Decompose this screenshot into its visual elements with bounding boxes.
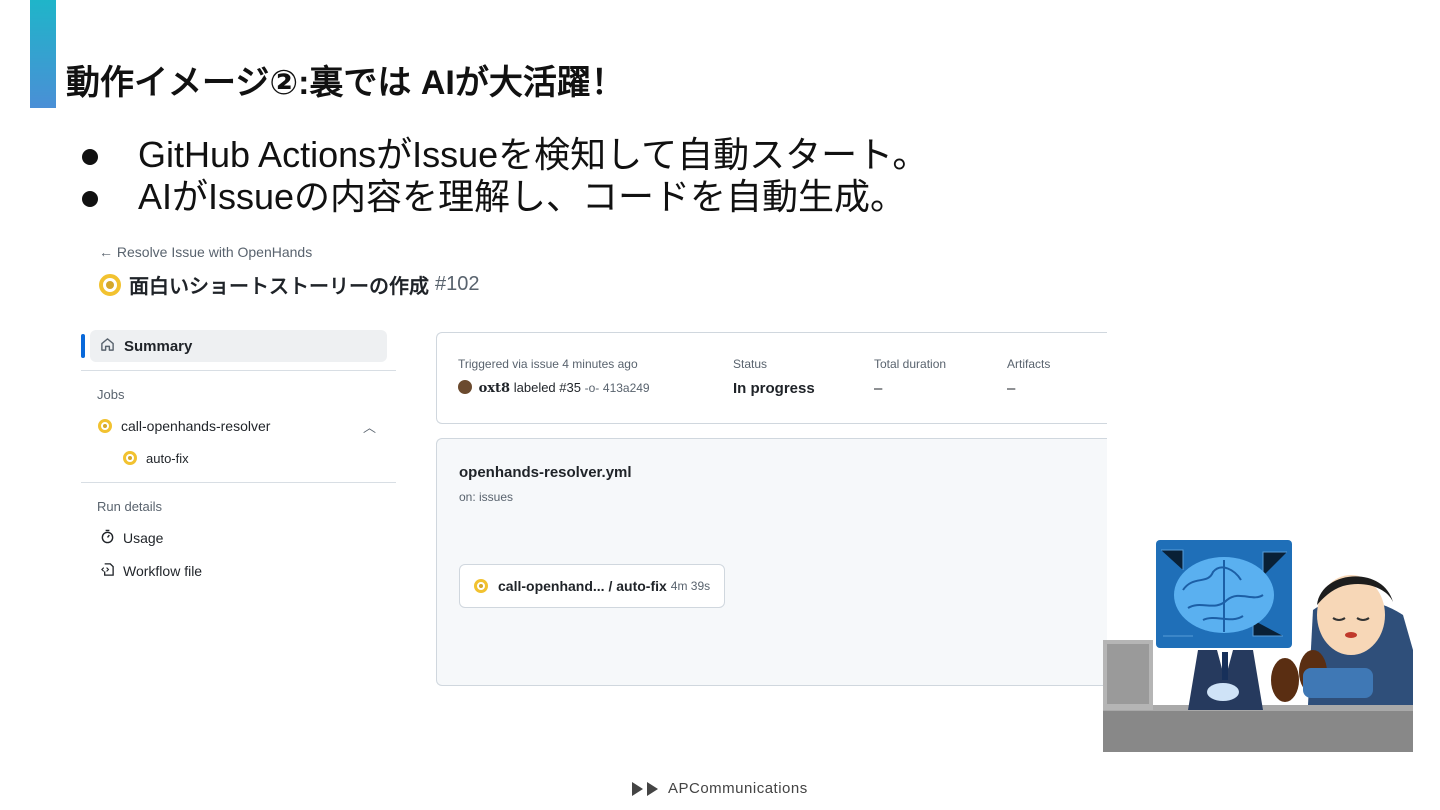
play-triangle-icon (647, 781, 658, 796)
back-link-label: Resolve Issue with OpenHands (116, 244, 313, 260)
run-sidebar: Summary Jobs call-openhands-resolver ︿ a… (81, 330, 396, 581)
in-progress-status-icon (99, 273, 121, 296)
sidebar-item-usage[interactable]: Usage (98, 528, 396, 548)
status-column: Status In progress (733, 357, 815, 397)
run-title: 面白いショートストーリーの作成 #102 (99, 270, 480, 299)
sidebar-divider (81, 370, 396, 371)
artifacts-label: Artifacts (1007, 357, 1051, 371)
job-node[interactable]: call-openhand... / auto-fix 4m 39s (459, 564, 725, 608)
trigger-column: Triggered via issue 4 minutes ago oxt8 l… (458, 357, 650, 396)
trigger-action[interactable]: labeled #35 (514, 380, 581, 395)
workflow-file-label: Workflow file (123, 563, 203, 579)
in-progress-status-icon (98, 419, 112, 433)
bullet-list: GitHub ActionsがIssueを検知して自動スタート。 AIがIssu… (80, 134, 928, 218)
sidebar-item-summary[interactable]: Summary (81, 330, 387, 362)
workflow-file-name: openhands-resolver.yml (459, 464, 632, 481)
duration-value: – (874, 380, 883, 397)
subjob-label: auto-fix (146, 450, 189, 466)
in-progress-status-icon (123, 451, 137, 465)
commit-sha[interactable]: 413a249 (603, 381, 650, 395)
sidebar-item-label: Summary (124, 337, 193, 355)
sidebar-item-job[interactable]: call-openhands-resolver ︿ (98, 416, 396, 436)
play-triangle-icon (632, 781, 643, 796)
status-value: In progress (733, 380, 815, 397)
back-link[interactable]: ← Resolve Issue with OpenHands (99, 244, 312, 260)
run-summary-card: Triggered via issue 4 minutes ago oxt8 l… (436, 332, 1107, 424)
sidebar-item-workflow-file[interactable]: Workflow file (98, 561, 396, 581)
avatar[interactable] (458, 380, 472, 394)
ai-assistant-illustration (1103, 540, 1413, 752)
arrow-left-icon: ← (99, 244, 113, 260)
artifacts-column: Artifacts – (1007, 357, 1050, 397)
sidebar-divider (81, 482, 396, 483)
trigger-detail: oxt8 labeled #35 -o- 413a249 (458, 380, 650, 396)
jobs-section-label: Jobs (97, 387, 125, 402)
chevron-up-icon[interactable]: ︿ (363, 417, 376, 436)
trigger-user[interactable]: oxt8 (479, 381, 510, 396)
artifacts-value: – (1007, 380, 1016, 397)
status-label: Status (733, 357, 768, 371)
job-node-duration: 4m 39s (670, 579, 711, 593)
workflow-file-icon (98, 562, 116, 581)
duration-column: Total duration – (874, 357, 946, 397)
job-label: call-openhands-resolver (121, 418, 271, 434)
run-details-section-label: Run details (97, 499, 163, 514)
in-progress-status-icon (474, 579, 488, 593)
title-accent-bar (30, 0, 56, 108)
usage-label: Usage (123, 530, 164, 546)
footer-brand-text: APCommunications (668, 780, 808, 797)
bullet-item: GitHub ActionsがIssueを検知して自動スタート。 (80, 134, 928, 176)
slide-title: 動作イメージ②:裏では AIが大活躍！ (66, 64, 625, 102)
job-node-label: call-openhand... / auto-fix (498, 578, 667, 594)
run-title-text: 面白いショートストーリーの作成 (129, 276, 429, 298)
run-number: #102 (435, 273, 480, 295)
bullet-item: AIがIssueの内容を理解し、コードを自動生成。 (80, 176, 928, 218)
workflow-graph-card: openhands-resolver.yml on: issues call-o… (436, 438, 1107, 686)
home-icon (98, 337, 116, 356)
trigger-label: Triggered via issue 4 minutes ago (458, 357, 638, 371)
workflow-trigger: on: issues (459, 490, 514, 504)
commit-icon: -o- (584, 381, 600, 395)
footer-brand: APCommunications (632, 780, 808, 797)
sidebar-item-subjob[interactable]: auto-fix (123, 448, 396, 468)
duration-label: Total duration (874, 357, 947, 371)
stopwatch-icon (98, 529, 116, 548)
